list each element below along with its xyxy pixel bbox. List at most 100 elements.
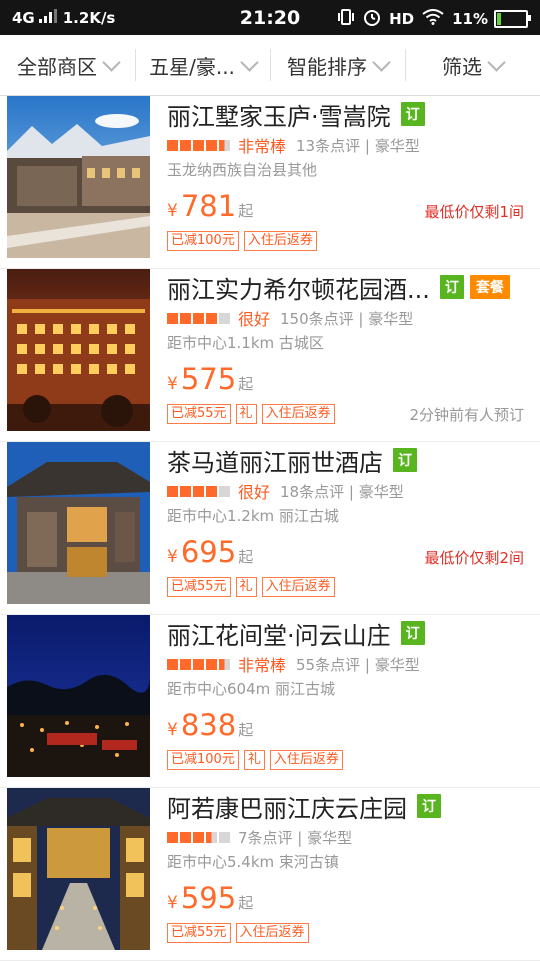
promo-badges: 已减100元 礼 入住后返券 bbox=[167, 750, 526, 770]
gift-badge: 礼 bbox=[235, 404, 257, 424]
star-icon bbox=[193, 658, 204, 670]
promo-badges: 已减100元 入住后返券 bbox=[167, 231, 526, 251]
hotel-location: 距市中心1.2km 丽江古城 bbox=[167, 507, 339, 525]
promo-badge: 入住后返券 bbox=[243, 231, 317, 251]
review-count: 150条点评 | 豪华型 bbox=[280, 309, 414, 328]
chevron-down-icon bbox=[372, 52, 391, 72]
star-icon bbox=[219, 485, 230, 497]
star-icon bbox=[206, 139, 217, 151]
star-icon bbox=[193, 139, 204, 151]
promo-badges: 已减55元 入住后返券 bbox=[167, 923, 526, 943]
hotel-list: 丽江墅家玉庐·雪嵩院 订 非常棒 13条点评 | 豪华型 玉龙纳西族自治县其他 … bbox=[0, 96, 540, 961]
price-row: ¥ 781 起 最低价仅剩1间 bbox=[167, 189, 526, 227]
star-icon bbox=[193, 831, 204, 843]
hotel-card[interactable]: 丽江实力希尔顿花园酒... 订 套餐 很好 150条点评 | 豪华型 距市中心1… bbox=[0, 269, 540, 442]
chevron-down-icon bbox=[102, 52, 121, 72]
bookable-badge: 订 bbox=[393, 448, 417, 472]
hotel-location: 玉龙纳西族自治县其他 bbox=[167, 161, 318, 179]
filter-area-label: 全部商区 bbox=[17, 54, 97, 79]
hotel-photo bbox=[7, 96, 150, 258]
promo-badge: 入住后返券 bbox=[261, 577, 335, 597]
hotel-location: 距市中心5.4km 束河古镇 bbox=[167, 853, 339, 871]
hotel-name: 阿若康巴丽江庆云庄园 bbox=[167, 794, 407, 823]
hotel-photo bbox=[7, 788, 150, 950]
promo-badges: 已减55元 礼 入住后返券 bbox=[167, 577, 526, 597]
star-icon bbox=[167, 312, 178, 324]
hd-label: HD bbox=[389, 10, 415, 28]
star-icon bbox=[219, 139, 230, 151]
hotel-price: 695 bbox=[180, 535, 237, 569]
hotel-card[interactable]: 茶马道丽江丽世酒店 订 很好 18条点评 | 豪华型 距市中心1.2km 丽江古… bbox=[0, 442, 540, 615]
alarm-icon bbox=[363, 8, 381, 30]
battery-icon bbox=[494, 10, 531, 28]
hotel-name: 丽江实力希尔顿花园酒... bbox=[167, 275, 430, 304]
currency-symbol: ¥ bbox=[167, 893, 178, 913]
promo-badge: 已减100元 bbox=[167, 231, 239, 251]
star-icon bbox=[167, 485, 178, 497]
availability-note: 最低价仅剩2间 bbox=[424, 549, 524, 567]
price-suffix: 起 bbox=[238, 721, 254, 739]
battery-percent: 11% bbox=[452, 10, 488, 28]
hotel-price: 781 bbox=[180, 189, 237, 223]
star-icon bbox=[167, 658, 178, 670]
star-icon bbox=[180, 658, 191, 670]
star-icon bbox=[219, 831, 230, 843]
filter-more[interactable]: 筛选 bbox=[405, 35, 540, 95]
currency-symbol: ¥ bbox=[167, 720, 178, 740]
gift-badge: 礼 bbox=[243, 750, 265, 770]
promo-badge: 已减55元 bbox=[167, 577, 231, 597]
star-rating bbox=[167, 312, 232, 324]
price-row: ¥ 595 起 bbox=[167, 881, 526, 919]
hotel-name: 丽江花间堂·问云山庄 bbox=[167, 621, 391, 650]
review-count: 7条点评 | 豪华型 bbox=[238, 828, 353, 847]
hotel-photo bbox=[7, 442, 150, 604]
hotel-card[interactable]: 丽江墅家玉庐·雪嵩院 订 非常棒 13条点评 | 豪华型 玉龙纳西族自治县其他 … bbox=[0, 96, 540, 269]
package-badge: 套餐 bbox=[469, 275, 510, 299]
review-count: 18条点评 | 豪华型 bbox=[280, 482, 404, 501]
bookable-badge: 订 bbox=[400, 621, 425, 645]
promo-badge: 已减55元 bbox=[167, 404, 231, 424]
hotel-photo bbox=[7, 269, 150, 431]
bookable-badge: 订 bbox=[439, 275, 464, 299]
filter-area[interactable]: 全部商区 bbox=[0, 35, 135, 95]
filter-sort-label: 智能排序 bbox=[287, 54, 367, 79]
filter-sort[interactable]: 智能排序 bbox=[270, 35, 405, 95]
filter-bar: 全部商区 五星/豪... 智能排序 筛选 bbox=[0, 35, 540, 96]
price-row: ¥ 695 起 最低价仅剩2间 bbox=[167, 535, 526, 573]
star-icon bbox=[219, 312, 230, 324]
gift-badge: 礼 bbox=[235, 577, 257, 597]
chevron-down-icon bbox=[487, 52, 506, 72]
hotel-card[interactable]: 丽江花间堂·问云山庄 订 非常棒 55条点评 | 豪华型 距市中心604m 丽江… bbox=[0, 615, 540, 788]
status-bar: 4G 1.2K/s 21:20 HD 11% bbox=[0, 0, 540, 35]
price-row: ¥ 838 起 bbox=[167, 708, 526, 746]
price-row: ¥ 575 起 bbox=[167, 362, 526, 400]
price-suffix: 起 bbox=[238, 548, 254, 566]
status-icons: HD 11% bbox=[329, 8, 531, 30]
star-icon bbox=[180, 139, 191, 151]
star-icon bbox=[180, 831, 191, 843]
currency-symbol: ¥ bbox=[167, 201, 178, 221]
promo-badge: 入住后返券 bbox=[261, 404, 335, 424]
hotel-name: 茶马道丽江丽世酒店 bbox=[167, 448, 383, 477]
hotel-card[interactable]: 阿若康巴丽江庆云庄园 订 7条点评 | 豪华型 距市中心5.4km 束河古镇 ¥… bbox=[0, 788, 540, 961]
star-icon bbox=[206, 831, 217, 843]
star-rating bbox=[167, 831, 232, 843]
hotel-location: 距市中心604m 丽江古城 bbox=[167, 680, 336, 698]
rating-word: 非常棒 bbox=[238, 656, 287, 675]
bookable-badge: 订 bbox=[417, 794, 441, 818]
hotel-name: 丽江墅家玉庐·雪嵩院 bbox=[167, 102, 391, 131]
recent-booking-note: 2分钟前有人预订 bbox=[409, 406, 524, 424]
hotel-price: 838 bbox=[180, 708, 237, 742]
promo-badge: 入住后返券 bbox=[235, 923, 309, 943]
promo-badge: 入住后返券 bbox=[269, 750, 343, 770]
review-count: 55条点评 | 豪华型 bbox=[296, 655, 420, 674]
star-icon bbox=[180, 312, 191, 324]
promo-badge: 已减100元 bbox=[167, 750, 239, 770]
filter-star[interactable]: 五星/豪... bbox=[135, 35, 270, 95]
star-rating bbox=[167, 139, 232, 151]
star-icon bbox=[193, 485, 204, 497]
vibrate-icon bbox=[337, 9, 355, 29]
rating-word: 非常棒 bbox=[238, 137, 287, 156]
star-icon bbox=[206, 312, 217, 324]
bookable-badge: 订 bbox=[400, 102, 425, 126]
